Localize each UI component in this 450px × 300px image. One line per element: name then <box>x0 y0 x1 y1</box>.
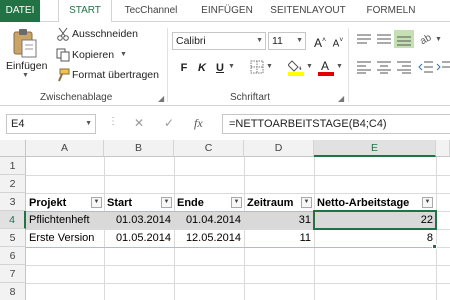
font-launcher-icon[interactable]: ◢ <box>338 94 344 103</box>
filter-dropdown-icon[interactable]: ▼ <box>231 197 242 208</box>
table-cell[interactable]: 01.05.2014 <box>104 229 174 247</box>
select-all-corner[interactable] <box>0 140 26 157</box>
tab-formeln[interactable]: FORMELN <box>360 0 422 22</box>
filter-dropdown-icon[interactable]: ▼ <box>91 197 102 208</box>
tab-file[interactable]: DATEI <box>0 0 40 22</box>
cut-button[interactable]: Ausschneiden <box>72 28 138 40</box>
table-cell[interactable]: Erste Version <box>26 229 104 247</box>
group-separator <box>167 28 168 102</box>
paste-button[interactable]: Einfügen <box>6 60 47 72</box>
chevron-down-icon: ▼ <box>85 120 92 127</box>
cut-icon <box>56 27 70 44</box>
align-left-icon[interactable] <box>356 60 372 77</box>
gridline <box>26 175 450 176</box>
filter-dropdown-icon[interactable]: ▼ <box>161 197 172 208</box>
paste-icon[interactable] <box>12 28 38 58</box>
svg-text:ab: ab <box>420 32 434 45</box>
tab-start[interactable]: START <box>58 0 112 23</box>
tab-einfuegen[interactable]: EINFÜGEN <box>196 0 258 22</box>
font-color-icon[interactable]: A <box>318 58 334 79</box>
active-cell-outline <box>313 210 437 230</box>
row-header-6[interactable]: 6 <box>0 247 26 265</box>
enter-icon[interactable]: ✓ <box>164 116 174 130</box>
worksheet-grid[interactable]: A B C D E 1 2 3 4 5 6 7 8 Projekt ▼ Star… <box>0 140 450 300</box>
fill-handle[interactable] <box>432 244 437 249</box>
row-header-5[interactable]: 5 <box>0 229 26 247</box>
italic-button[interactable]: K <box>194 60 210 76</box>
column-header-b[interactable]: B <box>104 140 174 157</box>
font-size-value: 11 <box>272 35 283 47</box>
row-header-1[interactable]: 1 <box>0 157 26 175</box>
name-box-value: E4 <box>11 118 25 130</box>
fill-color-icon[interactable] <box>287 58 304 79</box>
formula-input[interactable]: =NETTOARBEITSTAGE(B4;C4) <box>222 114 450 134</box>
shrink-font-icon[interactable]: A˅ <box>330 33 346 49</box>
tab-seitenlayout[interactable]: SEITENLAYOUT <box>268 0 348 22</box>
paste-dropdown-icon[interactable]: ▼ <box>22 72 29 79</box>
column-header-e[interactable]: E <box>314 140 436 157</box>
table-cell[interactable]: 31 <box>244 211 314 229</box>
ribbon-tab-bar: DATEI START TecChannel EINFÜGEN SEITENLA… <box>0 0 450 23</box>
font-color-dropdown-icon[interactable]: ▼ <box>336 63 343 70</box>
align-top-icon[interactable] <box>356 32 372 49</box>
borders-dropdown-icon[interactable]: ▼ <box>266 63 273 70</box>
table-cell[interactable]: 01.03.2014 <box>104 211 174 229</box>
column-header-c[interactable]: C <box>174 140 244 157</box>
format-painter-button[interactable]: Format übertragen <box>72 69 159 81</box>
borders-icon[interactable] <box>250 60 264 77</box>
format-painter-icon <box>56 68 70 85</box>
copy-icon <box>56 48 70 65</box>
row-header-4[interactable]: 4 <box>0 211 26 229</box>
table-cell[interactable]: Pflichtenheft <box>26 211 104 229</box>
clipboard-launcher-icon[interactable]: ◢ <box>158 94 164 103</box>
table-cell[interactable]: 11 <box>244 229 314 247</box>
filter-dropdown-icon[interactable]: ▼ <box>422 197 433 208</box>
grow-font-icon[interactable]: A˄ <box>312 33 328 50</box>
clipboard-group-label: Zwischenablage <box>40 92 113 103</box>
table-cell[interactable]: 12.05.2014 <box>174 229 244 247</box>
formula-bar: E4 ▼ ⋮ ✕ ✓ fx =NETTOARBEITSTAGE(B4;C4) <box>0 106 450 140</box>
copy-dropdown-icon[interactable]: ▼ <box>120 51 127 58</box>
align-middle-icon[interactable] <box>376 32 392 49</box>
copy-button[interactable]: Kopieren <box>72 49 114 61</box>
name-box[interactable]: E4 ▼ <box>6 114 96 134</box>
underline-dropdown-icon[interactable]: ▼ <box>228 63 235 70</box>
svg-text:A: A <box>321 59 329 73</box>
column-header-d[interactable]: D <box>244 140 314 157</box>
align-center-icon[interactable] <box>376 60 392 77</box>
tab-tecchannel[interactable]: TecChannel <box>118 0 184 22</box>
font-size-select[interactable]: 11 ▼ <box>268 32 306 50</box>
row-header-3[interactable]: 3 <box>0 193 26 211</box>
orientation-icon[interactable]: ab ▼ <box>418 31 442 48</box>
table-cell[interactable]: 01.04.2014 <box>174 211 244 229</box>
font-group-label: Schriftart <box>230 92 271 103</box>
underline-button[interactable]: U <box>212 60 228 76</box>
row-header-2[interactable]: 2 <box>0 175 26 193</box>
ribbon: Einfügen ▼ Ausschneiden Kopieren ▼ Forma… <box>0 22 450 106</box>
group-separator <box>348 28 349 102</box>
font-name-value: Calibri <box>176 35 206 47</box>
insert-function-icon[interactable]: fx <box>194 116 203 131</box>
column-header-f[interactable] <box>436 140 450 157</box>
chevron-down-icon: ▼ <box>256 37 263 44</box>
svg-text:▼: ▼ <box>435 36 442 43</box>
cancel-icon[interactable]: ✕ <box>134 116 144 130</box>
fill-color-dropdown-icon[interactable]: ▼ <box>306 63 313 70</box>
table-border <box>26 247 436 248</box>
chevron-down-icon: ▼ <box>296 37 303 44</box>
decrease-indent-icon[interactable] <box>418 60 434 77</box>
bold-button[interactable]: F <box>176 60 192 76</box>
row-header-8[interactable]: 8 <box>0 283 26 300</box>
filter-dropdown-icon[interactable]: ▼ <box>301 197 312 208</box>
column-header-a[interactable]: A <box>26 140 104 157</box>
increase-indent-icon[interactable] <box>436 60 450 77</box>
more-icon: ⋮ <box>108 116 118 127</box>
align-right-icon[interactable] <box>396 60 412 77</box>
font-name-select[interactable]: Calibri ▼ <box>172 32 266 50</box>
row-header-7[interactable]: 7 <box>0 265 26 283</box>
table-cell[interactable]: 8 <box>314 229 436 247</box>
gridline <box>26 283 450 284</box>
gridline <box>26 265 450 266</box>
align-bottom-icon[interactable] <box>394 30 414 48</box>
